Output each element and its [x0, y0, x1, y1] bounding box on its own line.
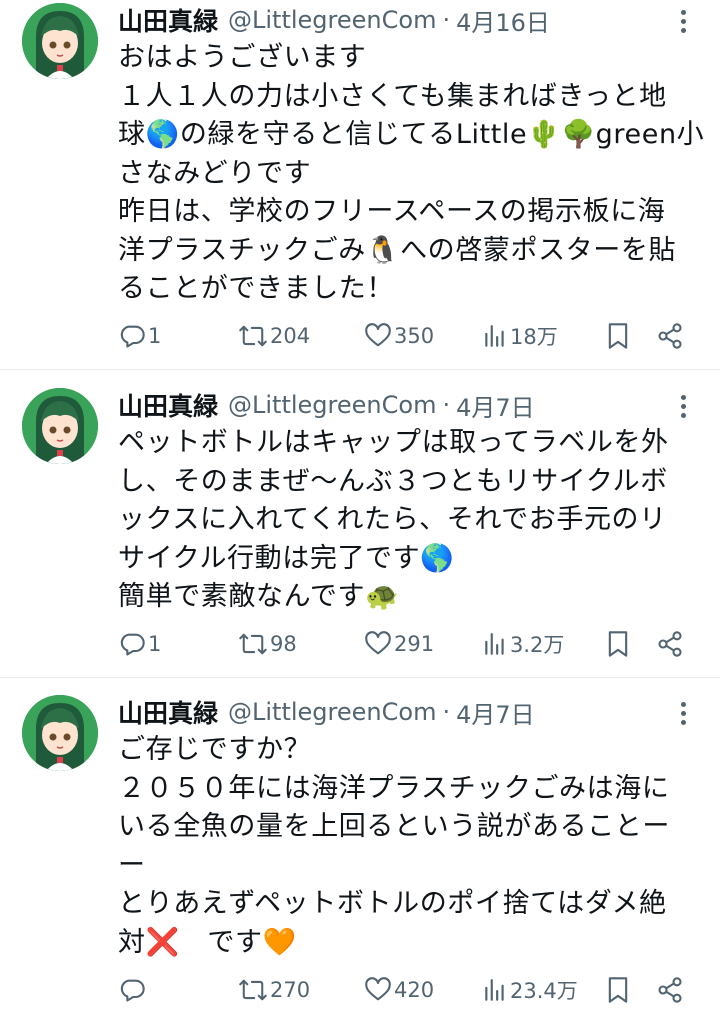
tweet-line: ることができました！ — [118, 273, 394, 304]
action-bar: 270 420 23.4万 — [118, 970, 690, 1010]
like-button[interactable]: 350 — [364, 316, 434, 356]
retweet-button[interactable]: 204 — [238, 316, 310, 356]
heart-icon — [365, 631, 391, 655]
tweet-date[interactable]: 4月16日 — [456, 3, 550, 38]
tweet-text: おはようございます １人１人の力は小さくても集まればきっと地 球🌎の緑を守ると信… — [118, 39, 705, 309]
tweet-date[interactable]: 4月7日 — [456, 695, 535, 730]
tweet-line: ２０５０年には海洋プラスチックごみは海に — [118, 772, 670, 804]
tweet-text: ご存じですか？ ２０５０年には海洋プラスチックごみは海に いる全魚の量を上回ると… — [118, 731, 693, 962]
reply-count: 1 — [148, 324, 162, 348]
heart-icon — [365, 977, 391, 1001]
tweet-date[interactable]: 4月7日 — [456, 388, 535, 423]
separator: · — [442, 391, 451, 419]
tweet-line: ご存じですか？ — [118, 734, 312, 765]
reply-icon — [120, 325, 145, 348]
retweet-button[interactable]: 98 — [238, 624, 297, 664]
view-count: 18万 — [510, 325, 558, 349]
tweet-line: いる全魚の量を上回るという説があることー — [118, 811, 670, 842]
share-button[interactable] — [656, 624, 684, 664]
heart-icon — [365, 323, 391, 347]
reply-button[interactable] — [118, 970, 148, 1010]
tweet-line: １人１人の力は小さくても集まればきっと地 — [118, 80, 667, 112]
bookmark-icon — [608, 977, 628, 1003]
more-icon[interactable] — [668, 4, 698, 38]
share-icon — [658, 631, 682, 657]
avatar[interactable] — [22, 3, 98, 79]
tweet-line: ー — [118, 849, 146, 881]
author-handle[interactable]: @LittlegreenCom — [228, 698, 436, 726]
reply-button[interactable]: 1 — [118, 316, 161, 356]
tweet-line: 球🌎の緑を守ると信じてるLittle🌵🌳green小 — [118, 119, 705, 150]
avatar[interactable] — [22, 695, 98, 771]
like-button[interactable]: 291 — [364, 624, 434, 664]
author-name[interactable]: 山田真緑 — [118, 387, 218, 423]
retweet-count: 270 — [270, 978, 311, 1002]
views-button[interactable]: 18万 — [482, 316, 558, 356]
bookmark-button[interactable] — [606, 624, 630, 664]
tweet-line: とりあえずペットボトルのポイ捨てはダメ絶 — [118, 888, 667, 919]
tweet-line: ペットボトルはキャップは取ってラベルを外 — [118, 427, 669, 458]
tweet-line: し、そのままぜ〜んぶ３つともリサイクルボ — [118, 465, 668, 497]
tweet-line: さなみどりです — [118, 157, 312, 189]
share-icon — [658, 977, 682, 1003]
action-bar: 1 204 350 18万 — [118, 316, 690, 356]
avatar-image — [22, 695, 98, 771]
tweet-line: 簡単で素敵なんです🐢 — [118, 581, 400, 612]
more-icon[interactable] — [668, 389, 698, 423]
author-name[interactable]: 山田真緑 — [118, 2, 218, 38]
view-count: 3.2万 — [510, 633, 565, 657]
retweet-button[interactable]: 270 — [238, 970, 310, 1010]
reply-button[interactable]: 1 — [118, 624, 161, 664]
tweet-line: ックスに入れてくれたら、それでお手元のリ — [118, 504, 667, 535]
separator: · — [442, 6, 451, 34]
tweet[interactable]: 山田真緑 @LittlegreenCom · 4月7日 ペットボトルはキャップは… — [0, 385, 720, 678]
like-count: 350 — [394, 324, 435, 348]
tweet-line: 昨日は、学校のフリースペースの掲示板に海 — [118, 196, 666, 227]
views-button[interactable]: 23.4万 — [482, 970, 578, 1010]
bookmark-button[interactable] — [606, 316, 630, 356]
avatar[interactable] — [22, 388, 98, 464]
author-handle[interactable]: @LittlegreenCom — [228, 391, 436, 419]
retweet-icon — [239, 325, 267, 347]
reply-icon — [120, 979, 145, 1002]
author-handle[interactable]: @LittlegreenCom — [228, 6, 436, 34]
retweet-count: 204 — [270, 324, 311, 348]
bookmark-icon — [608, 631, 628, 657]
bookmark-button[interactable] — [606, 970, 630, 1010]
tweet[interactable]: 山田真緑 @LittlegreenCom · 4月7日 ご存じですか？ ２０５０… — [0, 692, 720, 1022]
tweet-text: ペットボトルはキャップは取ってラベルを外 し、そのままぜ〜んぶ３つともリサイクル… — [118, 424, 693, 617]
share-icon — [658, 323, 682, 349]
like-button[interactable]: 420 — [364, 970, 434, 1010]
separator: · — [442, 698, 451, 726]
view-count: 23.4万 — [510, 979, 578, 1003]
reply-count: 1 — [148, 632, 162, 656]
like-count: 420 — [394, 978, 435, 1002]
share-button[interactable] — [656, 970, 684, 1010]
retweet-icon — [239, 633, 267, 655]
tweet-line: 洋プラスチックごみ🐧への啓蒙ポスターを貼 — [118, 234, 677, 266]
more-icon[interactable] — [668, 696, 698, 730]
tweet-line: サイクル行動は完了です🌎 — [118, 542, 455, 574]
avatar-image — [22, 3, 98, 79]
reply-icon — [120, 633, 145, 656]
like-count: 291 — [394, 632, 435, 656]
views-icon — [485, 325, 504, 347]
tweet-line: おはようございます — [118, 42, 367, 73]
views-button[interactable]: 3.2万 — [482, 624, 564, 664]
retweet-icon — [239, 979, 267, 1001]
author-name[interactable]: 山田真緑 — [118, 694, 218, 730]
avatar-image — [22, 388, 98, 464]
bookmark-icon — [608, 323, 628, 349]
views-icon — [485, 633, 504, 655]
action-bar: 1 98 291 3.2万 — [118, 624, 690, 664]
views-icon — [485, 979, 504, 1001]
retweet-count: 98 — [270, 632, 297, 656]
tweet[interactable]: 山田真緑 @LittlegreenCom · 4月16日 おはようございます １… — [0, 0, 720, 370]
tweet-line: 対❌ です🧡 — [118, 926, 297, 958]
share-button[interactable] — [656, 316, 684, 356]
